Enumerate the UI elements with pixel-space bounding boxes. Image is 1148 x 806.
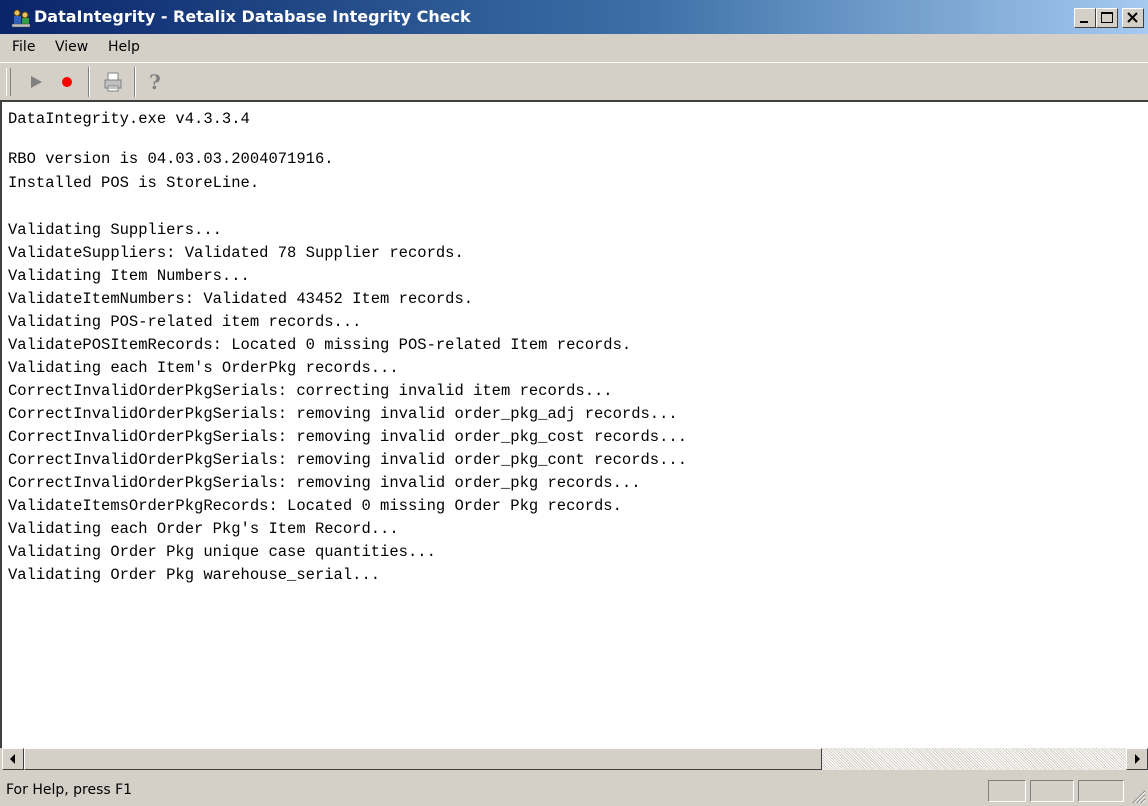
scroll-thumb[interactable] [24,748,822,770]
help-button[interactable]: ? [142,69,168,95]
toolbar-separator [88,67,90,97]
print-icon [104,72,122,92]
menu-help[interactable]: Help [108,39,140,55]
record-icon [62,77,72,87]
log-line: Validating each Item's OrderPkg records.… [8,359,399,377]
status-bar: For Help, press F1 [0,774,1148,806]
status-pane [1030,780,1074,802]
menu-bar: File View Help [0,34,1148,62]
log-line: Validating each Order Pkg's Item Record.… [8,520,399,538]
log-line: Validating Order Pkg unique case quantit… [8,543,436,561]
log-line: Validating Item Numbers... [8,267,250,285]
scroll-right-button[interactable] [1126,748,1148,770]
maximize-button[interactable] [1096,8,1118,28]
log-line: RBO version is 04.03.03.2004071916. [8,150,334,168]
arrow-right-icon [1135,754,1140,764]
log-line: Validating Suppliers... [8,221,222,239]
status-pane [988,780,1026,802]
output-log[interactable]: DataIntegrity.exe v4.3.3.4 RBO version i… [0,100,1148,748]
help-icon: ? [149,70,161,94]
log-line: DataIntegrity.exe v4.3.3.4 [8,110,250,128]
log-line: CorrectInvalidOrderPkgSerials: removing … [8,451,688,469]
log-line: CorrectInvalidOrderPkgSerials: removing … [8,428,688,446]
log-line: Validating POS-related item records... [8,313,362,331]
close-button[interactable] [1122,8,1144,28]
print-button[interactable] [100,69,126,95]
start-button[interactable] [24,69,50,95]
log-line: Validating Order Pkg warehouse_serial... [8,566,381,584]
menu-file[interactable]: File [12,39,35,55]
log-line: CorrectInvalidOrderPkgSerials: correctin… [8,382,613,400]
svg-text:?: ? [149,70,161,94]
play-icon [31,76,42,88]
log-line: Installed POS is StoreLine. [8,174,260,192]
scroll-left-button[interactable] [2,748,24,770]
arrow-left-icon [10,754,15,764]
log-line: ValidateItemNumbers: Validated 43452 Ite… [8,290,474,308]
toolbar: ? [0,62,1148,100]
maximize-icon [1101,12,1113,23]
log-line: ValidateSuppliers: Validated 78 Supplier… [8,244,464,262]
app-icon[interactable] [10,7,32,29]
window-title: DataIntegrity - Retalix Database Integri… [34,7,471,26]
toolbar-separator [134,67,136,97]
log-line: CorrectInvalidOrderPkgSerials: removing … [8,474,641,492]
log-line: ValidateItemsOrderPkgRecords: Located 0 … [8,497,622,515]
minimize-button[interactable] [1074,8,1096,28]
status-pane [1078,780,1124,802]
menu-view[interactable]: View [55,39,88,55]
resize-grip-icon[interactable] [1128,786,1146,804]
toolbar-grip[interactable] [6,68,11,96]
status-text: For Help, press F1 [6,782,133,798]
log-line: CorrectInvalidOrderPkgSerials: removing … [8,405,678,423]
horizontal-scrollbar[interactable] [2,748,1148,770]
title-bar[interactable]: DataIntegrity - Retalix Database Integri… [0,0,1148,34]
close-icon [1127,12,1138,23]
minimize-icon [1080,21,1088,23]
app-window: DataIntegrity - Retalix Database Integri… [0,0,1148,806]
stop-button[interactable] [54,69,80,95]
log-line: ValidatePOSItemRecords: Located 0 missin… [8,336,632,354]
